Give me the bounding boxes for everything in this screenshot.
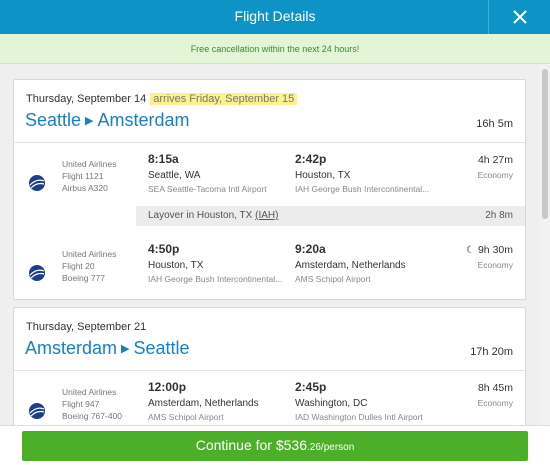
arrival-info: 9:20a Amsterdam, Netherlands AMS Schipol… [295, 242, 435, 284]
footer-bar: Continue for $536.26/person [0, 425, 550, 465]
departure-airport: AMS Schipol Airport [148, 412, 224, 422]
arrival-city: Amsterdam, Netherlands [295, 260, 406, 271]
route-origin: Seattle [25, 110, 82, 130]
united-airlines-logo-icon [28, 174, 46, 192]
arrival-time: 9:20a [295, 242, 326, 256]
return-trip-card: Thursday, September 21 Amsterdam ▶ Seattle… [13, 307, 526, 425]
header-bar: Flight Details [0, 0, 550, 34]
cancellation-banner: Free cancellation within the next 24 hou… [0, 34, 550, 64]
departure-info: 8:15a Seattle, WA SEA Seattle-Tacoma Int… [148, 152, 288, 194]
route-destination: Amsterdam [97, 110, 190, 130]
outbound-trip-card: Thursday, September 14 arrives Friday, Se… [13, 79, 526, 300]
arrival-city: Washington, DC [295, 398, 368, 409]
segment-duration: 4h 27m [477, 154, 513, 166]
trip-date-line: Thursday, September 21 [26, 321, 146, 333]
cancellation-text: Free cancellation within the next 24 hou… [190, 44, 360, 54]
segment-summary: 8h 45m Economy [478, 382, 513, 408]
vertical-scrollbar[interactable] [540, 65, 550, 425]
overnight-moon-icon: ☾ [466, 245, 475, 256]
trip-route: Amsterdam ▶ Seattle [25, 338, 190, 359]
departure-time: 12:00p [148, 380, 187, 394]
trip-route: Seattle ▶ Amsterdam [25, 110, 190, 131]
flight-number: Flight 1121 [62, 171, 104, 181]
departure-city: Houston, TX [148, 260, 204, 271]
departure-time: 8:15a [148, 152, 179, 166]
aircraft-type: Boeing 777 [62, 273, 106, 283]
airline-info: United Airlines Flight 20 Boeing 777 [62, 248, 116, 284]
departure-info: 12:00p Amsterdam, Netherlands AMS Schipo… [148, 380, 288, 422]
trip-date: Thursday, September 21 [26, 321, 147, 333]
arrival-time: 2:42p [295, 152, 327, 166]
segment-summary: ☾ 9h 30m Economy [466, 244, 513, 270]
aircraft-type: Boeing 767-400 [62, 411, 123, 421]
cabin-class: Economy [477, 398, 513, 408]
flight-details-scroll[interactable]: Thursday, September 14 arrives Friday, Se… [0, 65, 550, 425]
segment-summary: 4h 27m Economy [478, 154, 513, 180]
continue-button[interactable]: Continue for $536.26/person [22, 431, 528, 461]
divider [14, 370, 525, 371]
arrival-airport: IAH George Bush Intercontinental... [295, 184, 430, 194]
segment-duration: 8h 45m [477, 382, 513, 394]
departure-city: Seattle, WA [148, 170, 201, 181]
close-icon [512, 10, 527, 24]
layover-label: Layover in Houston, TX [148, 210, 256, 221]
continue-button-label: Continue for $536.26/person [196, 437, 355, 453]
route-arrow-icon: ▶ [85, 115, 94, 127]
segment-duration: 9h 30m [477, 244, 513, 256]
cabin-class: Economy [477, 170, 513, 180]
arrival-time: 2:45p [295, 380, 327, 394]
arrival-airport: IAD Washington Dulles Intl Airport [295, 412, 423, 422]
cabin-class: Economy [477, 260, 513, 270]
layover-bar: Layover in Houston, TX (IAH) 2h 8m [136, 206, 525, 226]
continue-price-cents: .26/person [307, 442, 355, 453]
airline-name: United Airlines [62, 159, 117, 169]
airline-info: United Airlines Flight 947 Boeing 767-40… [62, 386, 122, 422]
arrival-info: 2:45p Washington, DC IAD Washington Dull… [295, 380, 435, 422]
arrival-date-note: arrives Friday, September 15 [150, 93, 298, 105]
united-airlines-logo-icon [28, 402, 46, 420]
trip-date: Thursday, September 14 [26, 93, 147, 105]
departure-info: 4:50p Houston, TX IAH George Bush Interc… [148, 242, 288, 284]
scrollbar-thumb[interactable] [542, 69, 548, 219]
aircraft-type: Airbus A320 [62, 183, 108, 193]
close-button[interactable] [488, 0, 550, 34]
layover-airport-code[interactable]: (IAH) [255, 210, 278, 221]
departure-airport: SEA Seattle-Tacoma Intl Airport [148, 184, 267, 194]
flight-segment: United Airlines Flight 20 Boeing 777 4:5… [14, 242, 525, 302]
united-airlines-logo-icon [28, 264, 46, 282]
trip-date-line: Thursday, September 14 arrives Friday, Se… [26, 93, 298, 105]
flight-number: Flight 947 [62, 399, 100, 409]
airline-name: United Airlines [62, 249, 117, 259]
flight-segment: United Airlines Flight 1121 Airbus A320 … [14, 152, 525, 212]
arrival-airport: AMS Schipol Airport [295, 274, 371, 284]
airline-name: United Airlines [62, 387, 117, 397]
airline-info: United Airlines Flight 1121 Airbus A320 [62, 158, 116, 194]
layover-duration: 2h 8m [485, 210, 513, 221]
arrival-city: Houston, TX [295, 170, 351, 181]
segment-duration-line: ☾ 9h 30m [466, 244, 513, 256]
continue-price: Continue for $536 [195, 437, 308, 453]
departure-city: Amsterdam, Netherlands [148, 398, 259, 409]
flight-segment: United Airlines Flight 947 Boeing 767-40… [14, 380, 525, 425]
divider [14, 142, 525, 143]
trip-total-duration: 16h 5m [476, 118, 513, 130]
dialog-title: Flight Details [234, 8, 316, 24]
arrival-info: 2:42p Houston, TX IAH George Bush Interc… [295, 152, 435, 194]
trip-total-duration: 17h 20m [470, 346, 513, 358]
route-origin: Amsterdam [25, 338, 118, 358]
flight-number: Flight 20 [62, 261, 95, 271]
route-arrow-icon: ▶ [121, 343, 130, 355]
layover-location: Layover in Houston, TX (IAH) [148, 210, 278, 221]
route-destination: Seattle [133, 338, 190, 358]
departure-airport: IAH George Bush Intercontinental... [148, 274, 283, 284]
departure-time: 4:50p [148, 242, 180, 256]
